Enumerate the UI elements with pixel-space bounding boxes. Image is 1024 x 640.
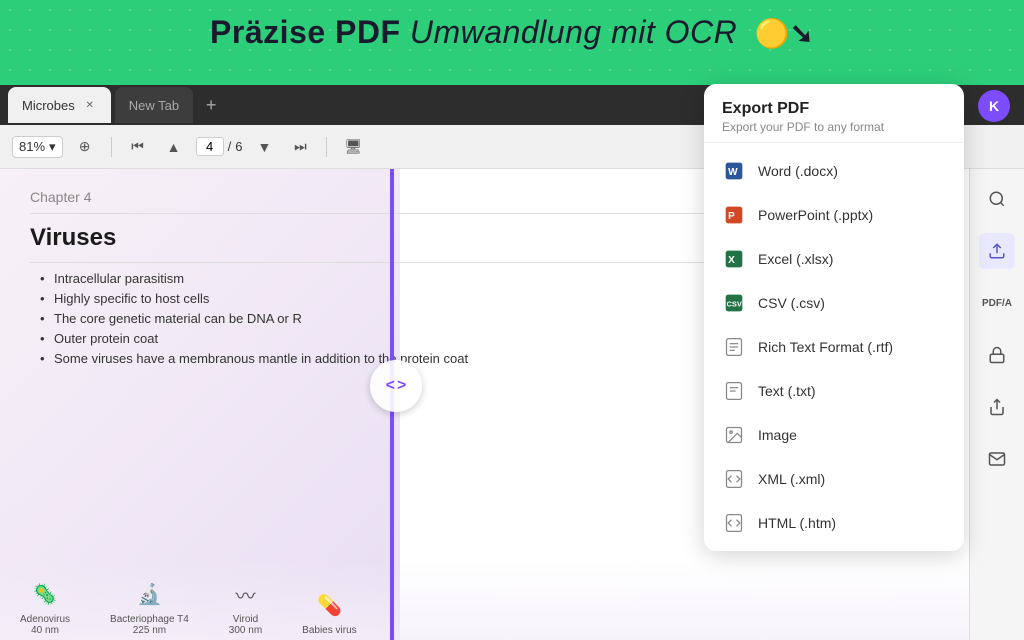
export-word-label: Word (.docx) <box>758 163 838 179</box>
export-sidebar-button[interactable] <box>979 233 1015 269</box>
babies-virus-shape: 💊 <box>314 585 344 625</box>
hero-text: Präzise PDF Umwandlung mit OCR 🟡➘ <box>210 14 814 51</box>
svg-text:P: P <box>728 211 735 222</box>
pdfa-sidebar-button[interactable]: PDF/A <box>979 285 1015 321</box>
zoom-value: 81% <box>19 139 45 154</box>
user-avatar[interactable]: K <box>978 90 1010 122</box>
adenovirus-size: 40 nm <box>31 625 59 636</box>
txt-icon <box>722 379 746 403</box>
tab-microbes-label: Microbes <box>22 98 75 113</box>
last-page-button[interactable]: ⏭ <box>286 133 314 161</box>
first-page-button[interactable]: ⏮ <box>124 133 152 161</box>
hero-prefix: Präzise PDF <box>210 14 410 50</box>
babies-virus-label: Babies virus <box>302 625 356 636</box>
adenovirus-shape: 🦠 <box>30 574 60 614</box>
bacteriophage-label: Bacteriophage T4 <box>110 614 189 625</box>
image-icon <box>722 423 746 447</box>
zoom-in-button[interactable]: ⊕ <box>71 133 99 161</box>
export-header: Export PDF Export your PDF to any format <box>704 84 964 143</box>
illus-adenovirus: 🦠 Adenovirus 40 nm <box>20 574 70 640</box>
viroid-label: Viroid <box>233 614 258 625</box>
svg-text:X: X <box>728 255 735 266</box>
hero-italic: Umwandlung mit OCR <box>410 14 737 50</box>
adenovirus-label: Adenovirus <box>20 614 70 625</box>
excel-icon: X <box>722 247 746 271</box>
pdf-illustrations: 🦠 Adenovirus 40 nm 🔬 Bacteriophage T4 22… <box>0 560 969 640</box>
presentation-button[interactable]: 🖥 <box>339 133 367 161</box>
export-image[interactable]: Image <box>704 413 964 457</box>
export-word[interactable]: W Word (.docx) <box>704 149 964 193</box>
xml-icon <box>722 467 746 491</box>
bacteriophage-shape: 🔬 <box>134 574 164 614</box>
export-xml[interactable]: XML (.xml) <box>704 457 964 501</box>
mail-sidebar-button[interactable] <box>979 441 1015 477</box>
page-total: 6 <box>235 139 242 154</box>
export-excel[interactable]: X Excel (.xlsx) <box>704 237 964 281</box>
right-sidebar: PDF/A <box>969 169 1024 640</box>
export-items-list: W Word (.docx) P PowerPoint (.pptx) X Ex… <box>704 143 964 551</box>
export-image-label: Image <box>758 427 797 443</box>
viroid-size: 300 nm <box>229 625 262 636</box>
export-dropdown: Export PDF Export your PDF to any format… <box>704 84 964 551</box>
tab-new-label: New Tab <box>129 98 179 113</box>
export-html[interactable]: HTML (.htm) <box>704 501 964 545</box>
new-tab-button[interactable]: + <box>197 91 225 119</box>
page-separator: / <box>228 139 232 154</box>
separator-2 <box>326 137 327 157</box>
page-navigation: 4 / 6 <box>196 137 243 156</box>
bacteriophage-size: 225 nm <box>133 625 166 636</box>
nav-arrows-icon: <> <box>386 377 407 395</box>
tab-new[interactable]: New Tab <box>115 87 193 123</box>
export-rtf[interactable]: Rich Text Format (.rtf) <box>704 325 964 369</box>
illus-viroid: 〰 Viroid 300 nm <box>229 574 262 640</box>
hero-arrow: 🟡➘ <box>755 17 814 50</box>
ppt-icon: P <box>722 203 746 227</box>
page-input[interactable]: 4 <box>196 137 224 156</box>
export-title: Export PDF <box>722 100 946 118</box>
export-txt[interactable]: Text (.txt) <box>704 369 964 413</box>
illus-bacteriophage: 🔬 Bacteriophage T4 225 nm <box>110 574 189 640</box>
prev-page-button[interactable]: ▲ <box>160 133 188 161</box>
share-sidebar-button[interactable] <box>979 389 1015 425</box>
export-txt-label: Text (.txt) <box>758 383 816 399</box>
illus-babies-virus: 💊 Babies virus <box>302 585 356 640</box>
word-icon: W <box>722 159 746 183</box>
export-xml-label: XML (.xml) <box>758 471 825 487</box>
export-html-label: HTML (.htm) <box>758 515 836 531</box>
export-excel-label: Excel (.xlsx) <box>758 251 833 267</box>
svg-text:W: W <box>728 167 738 178</box>
zoom-control[interactable]: 81% ▾ <box>12 136 63 158</box>
pdfa-label: PDF/A <box>982 298 1012 309</box>
rtf-icon <box>722 335 746 359</box>
html-icon <box>722 511 746 535</box>
user-initial: K <box>989 98 999 114</box>
export-csv[interactable]: CSV CSV (.csv) <box>704 281 964 325</box>
csv-icon: CSV <box>722 291 746 315</box>
search-sidebar-button[interactable] <box>979 181 1015 217</box>
export-csv-label: CSV (.csv) <box>758 295 825 311</box>
tab-microbes-close[interactable]: ✕ <box>83 98 97 112</box>
export-rtf-label: Rich Text Format (.rtf) <box>758 339 893 355</box>
hero-banner: Präzise PDF Umwandlung mit OCR 🟡➘ <box>0 0 1024 85</box>
export-powerpoint[interactable]: P PowerPoint (.pptx) <box>704 193 964 237</box>
lock-sidebar-button[interactable] <box>979 337 1015 373</box>
export-subtitle: Export your PDF to any format <box>722 120 946 134</box>
export-ppt-label: PowerPoint (.pptx) <box>758 207 873 223</box>
next-page-button[interactable]: ▼ <box>250 133 278 161</box>
viroid-shape: 〰 <box>230 574 260 614</box>
zoom-chevron: ▾ <box>49 139 56 155</box>
tab-microbes[interactable]: Microbes ✕ <box>8 87 111 123</box>
separator-1 <box>111 137 112 157</box>
svg-text:CSV: CSV <box>727 299 742 308</box>
page-nav-circle[interactable]: <> <box>370 360 422 412</box>
